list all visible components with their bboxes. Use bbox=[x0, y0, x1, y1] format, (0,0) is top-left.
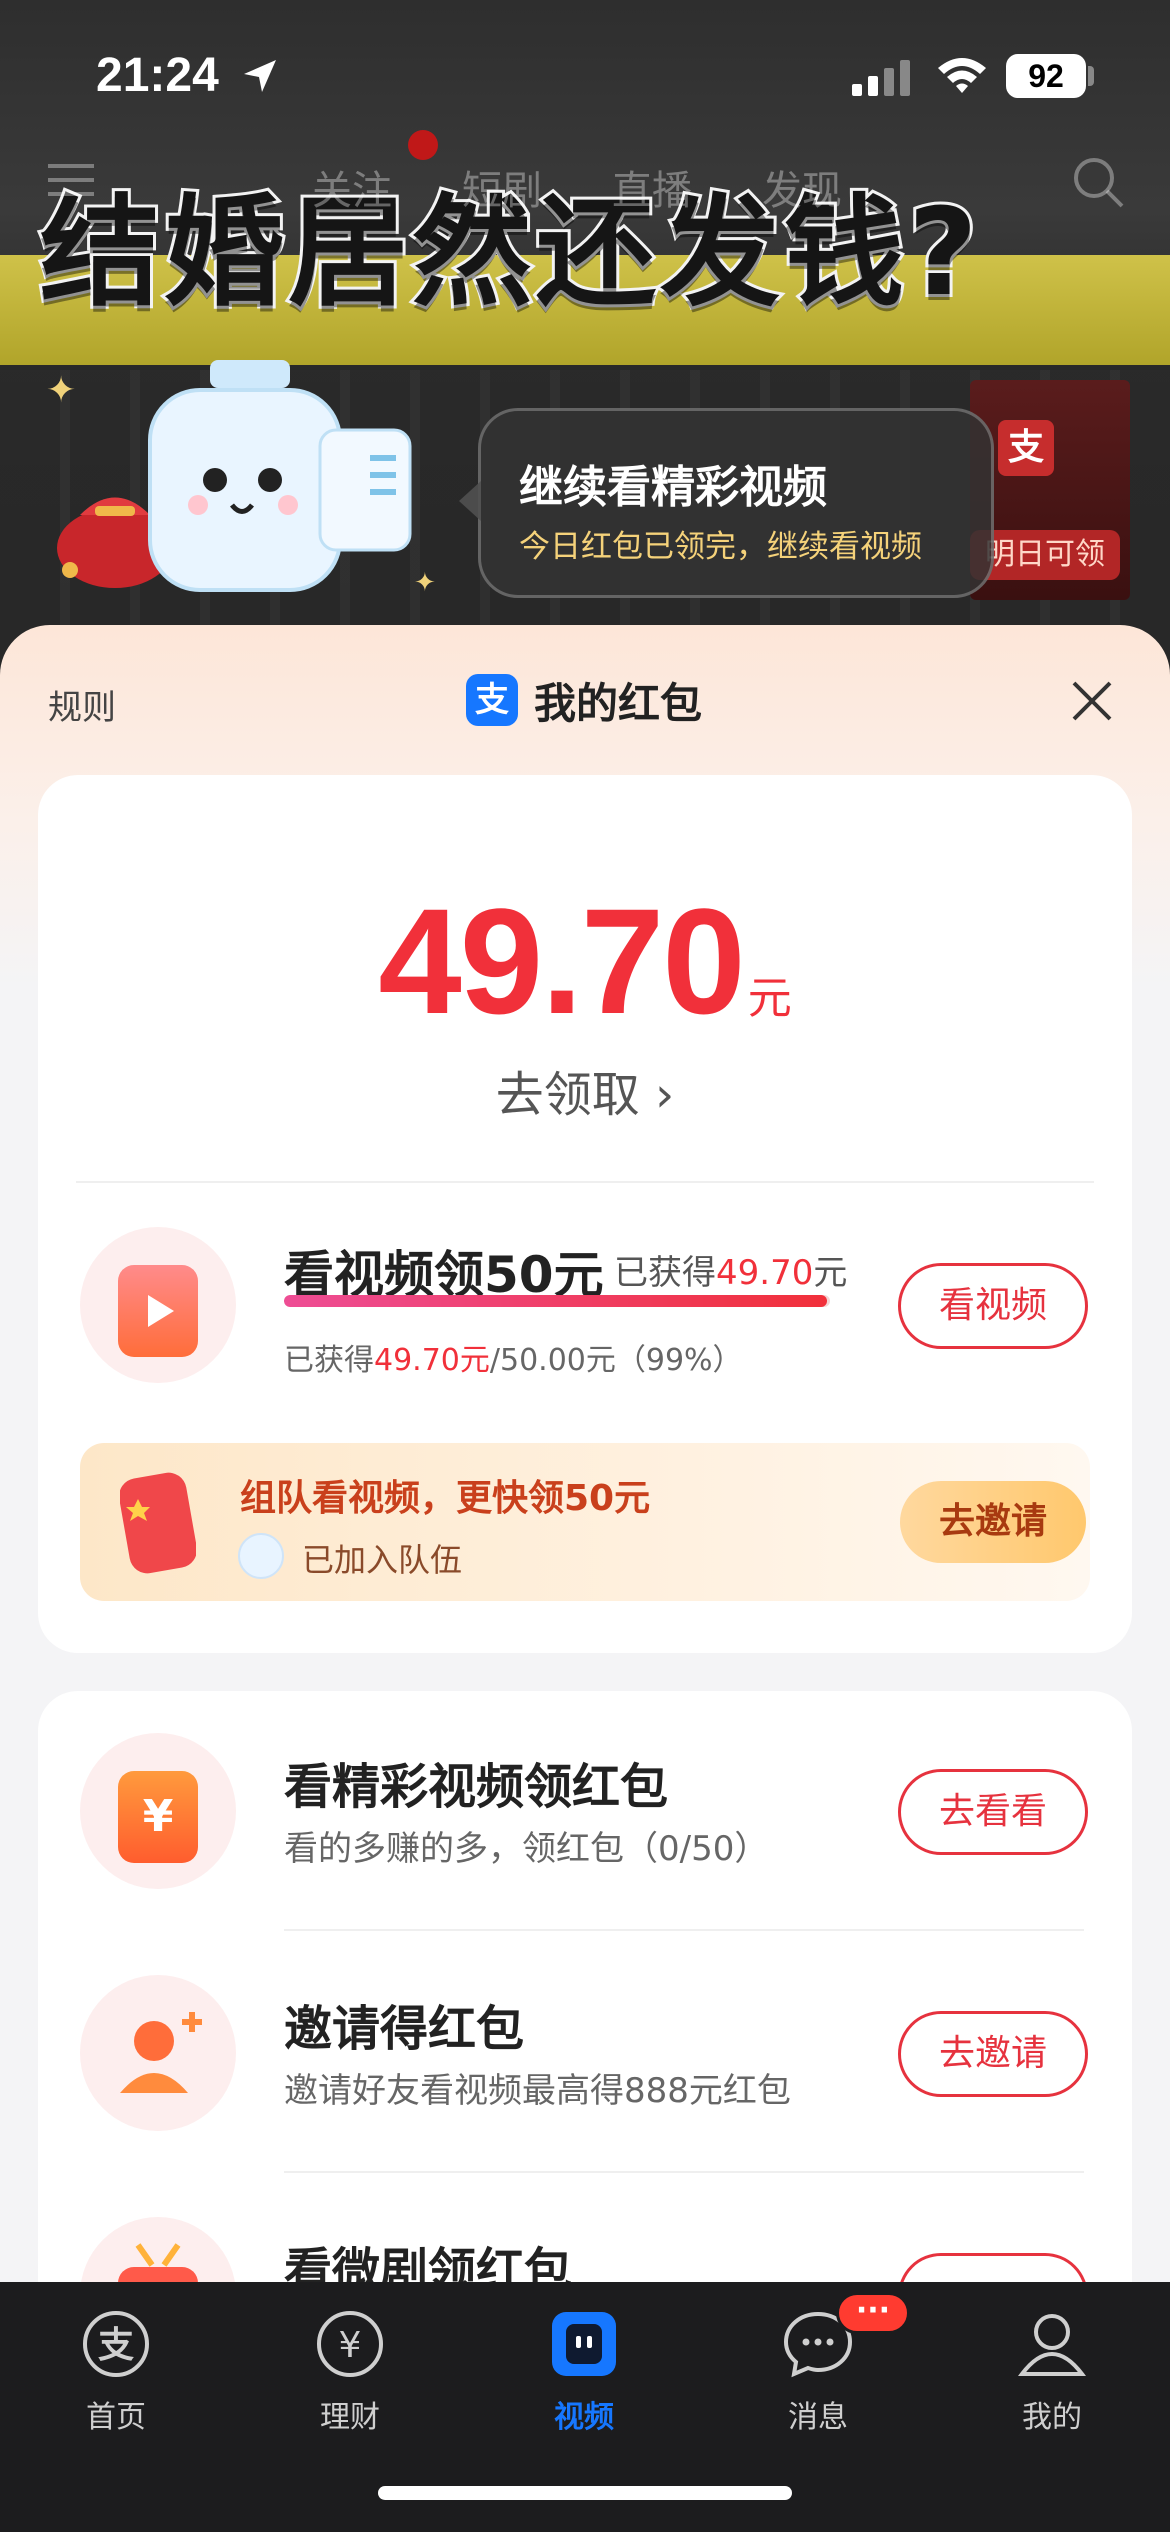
tv-icon bbox=[118, 2243, 198, 2285]
menu-icon[interactable] bbox=[48, 160, 94, 200]
tab-wealth[interactable]: ¥ 理财 bbox=[280, 2308, 420, 2436]
sheet-title-text: 我的红包 bbox=[534, 678, 703, 728]
profile-icon bbox=[1017, 2314, 1087, 2376]
cellular-signal-icon bbox=[852, 60, 910, 96]
alipay-icon: 支 bbox=[83, 2311, 149, 2377]
tab-label: 消息 bbox=[788, 2400, 848, 2435]
sign-alipay-logo: 支 bbox=[998, 420, 1054, 476]
status-time: 21:24 bbox=[96, 49, 219, 102]
tab-label: 理财 bbox=[320, 2400, 380, 2435]
tab-follow[interactable]: 关注 bbox=[312, 158, 392, 216]
yen-icon: ¥ bbox=[317, 2311, 383, 2377]
task-subtitle: 邀请好友看视频最高得888元红包 bbox=[284, 2071, 791, 2111]
yen-icon: ¥ bbox=[143, 1791, 174, 1842]
status-bar: 21:24 92 bbox=[0, 0, 1170, 150]
tab-live[interactable]: 直播 bbox=[612, 158, 692, 216]
home-indicator[interactable] bbox=[378, 2486, 792, 2500]
battery-indicator: 92 bbox=[1006, 54, 1086, 98]
sparkle-icon: ✦ bbox=[46, 370, 77, 411]
micro-drama-task-icon bbox=[80, 2217, 236, 2285]
video-top-tabs: 关注 短剧 直播 发现 bbox=[0, 150, 1170, 220]
go-invite-button[interactable]: 去邀请 bbox=[898, 2011, 1088, 2097]
rules-link[interactable]: 规则 bbox=[48, 680, 116, 729]
team-banner[interactable]: 组队看视频，更快领50元 已加入队伍 去邀请 bbox=[80, 1443, 1090, 1601]
earned-prefix: 已获得 bbox=[614, 1253, 716, 1293]
claim-link[interactable]: 去领取 › bbox=[38, 1055, 1132, 1125]
battery-tip bbox=[1088, 66, 1094, 86]
play-tile bbox=[118, 1265, 198, 1357]
alipay-logo-icon: 支 bbox=[466, 674, 518, 726]
svg-text:¥: ¥ bbox=[339, 2325, 362, 2366]
watch-task-icon: ¥ bbox=[80, 1733, 236, 1889]
tab-label: 我的 bbox=[1022, 2400, 1082, 2435]
tab-label: 首页 bbox=[86, 2400, 146, 2435]
tab-label: 视频 bbox=[554, 2400, 614, 2435]
yen-tile: ¥ bbox=[118, 1771, 198, 1863]
wifi-icon bbox=[938, 58, 986, 93]
add-person-icon bbox=[120, 2012, 202, 2093]
divider bbox=[284, 2171, 1084, 2173]
task-button[interactable] bbox=[898, 2253, 1088, 2285]
video-task-icon bbox=[80, 1227, 236, 1383]
bubble-subtitle: 今日红包已领完，继续看视频 bbox=[519, 529, 922, 565]
balance-amount: 49.70 bbox=[378, 877, 745, 1045]
video-task-progress-text: 已获得49.70元/50.00元（99%） bbox=[284, 1335, 743, 1379]
watch-video-button[interactable]: 看视频 bbox=[898, 1263, 1088, 1349]
progress-prefix: 已获得 bbox=[284, 1343, 374, 1378]
balance-card: 49.70元 去领取 › 看视频领50元 已获得49.70元 已获得49.70元… bbox=[38, 775, 1132, 1653]
tab-home[interactable]: 支 首页 bbox=[46, 2308, 186, 2436]
task-list-card: ¥ 看精彩视频领红包 看的多赚的多，领红包（0/50） 去看看 邀请得红包 邀请… bbox=[38, 1691, 1132, 2285]
earned-suffix: 元 bbox=[813, 1253, 848, 1293]
red-envelope-icon bbox=[120, 1472, 196, 1574]
team-avatar bbox=[238, 1533, 284, 1579]
tab-video[interactable]: 视频 bbox=[514, 2308, 654, 2436]
svg-text:支: 支 bbox=[98, 2325, 134, 2366]
task-subtitle: 看的多赚的多，领红包（0/50） bbox=[284, 1829, 769, 1869]
team-title: 组队看视频，更快领50元 bbox=[240, 1478, 651, 1519]
video-icon bbox=[552, 2312, 616, 2376]
team-joined-text: 已加入队伍 bbox=[302, 1541, 463, 1579]
continue-watching-bubble[interactable]: 继续看精彩视频 今日红包已领完，继续看视频 bbox=[459, 408, 994, 598]
balance-unit: 元 bbox=[747, 973, 792, 1024]
svg-text:¥: ¥ bbox=[143, 1791, 174, 1842]
progress-total: /50.00元（99%） bbox=[489, 1343, 743, 1378]
tab-discover[interactable]: 发现 bbox=[762, 158, 842, 216]
video-task-earned: 已获得49.70元 bbox=[614, 1245, 847, 1294]
bubble-title: 继续看精彩视频 bbox=[519, 462, 827, 513]
message-badge: ··· bbox=[836, 2292, 910, 2334]
video-red-sign: 支 明日可领 bbox=[970, 380, 1130, 600]
sheet-title: 支 我的红包 bbox=[466, 673, 702, 728]
progress-fill bbox=[284, 1295, 827, 1307]
play-icon bbox=[148, 1295, 174, 1327]
team-invite-button[interactable]: 去邀请 bbox=[900, 1481, 1086, 1563]
task-title: 看微剧领红包 bbox=[284, 2243, 573, 2285]
earned-value: 49.70 bbox=[716, 1253, 814, 1293]
divider bbox=[284, 1929, 1084, 1931]
video-task-progress bbox=[284, 1295, 830, 1307]
divider bbox=[76, 1181, 1094, 1183]
location-arrow-icon bbox=[244, 60, 276, 92]
close-icon[interactable] bbox=[1068, 677, 1116, 725]
go-watch-button[interactable]: 去看看 bbox=[898, 1769, 1088, 1855]
red-envelope-sheet: 规则 支 我的红包 49.70元 去领取 › 看视频领50元 已获得49.70元 bbox=[0, 625, 1170, 2285]
task-title: 看精彩视频领红包 bbox=[284, 1759, 669, 1815]
tab-profile[interactable]: 我的 bbox=[982, 2308, 1122, 2436]
invite-task-icon bbox=[80, 1975, 236, 2131]
task-title: 邀请得红包 bbox=[284, 2001, 525, 2057]
balance-amount-row: 49.70元 bbox=[38, 875, 1132, 1048]
mascot-icon bbox=[148, 360, 412, 592]
search-icon[interactable] bbox=[1070, 154, 1126, 210]
tab-short-drama[interactable]: 短剧 bbox=[462, 158, 542, 216]
progress-value: 49.70元 bbox=[374, 1343, 490, 1378]
